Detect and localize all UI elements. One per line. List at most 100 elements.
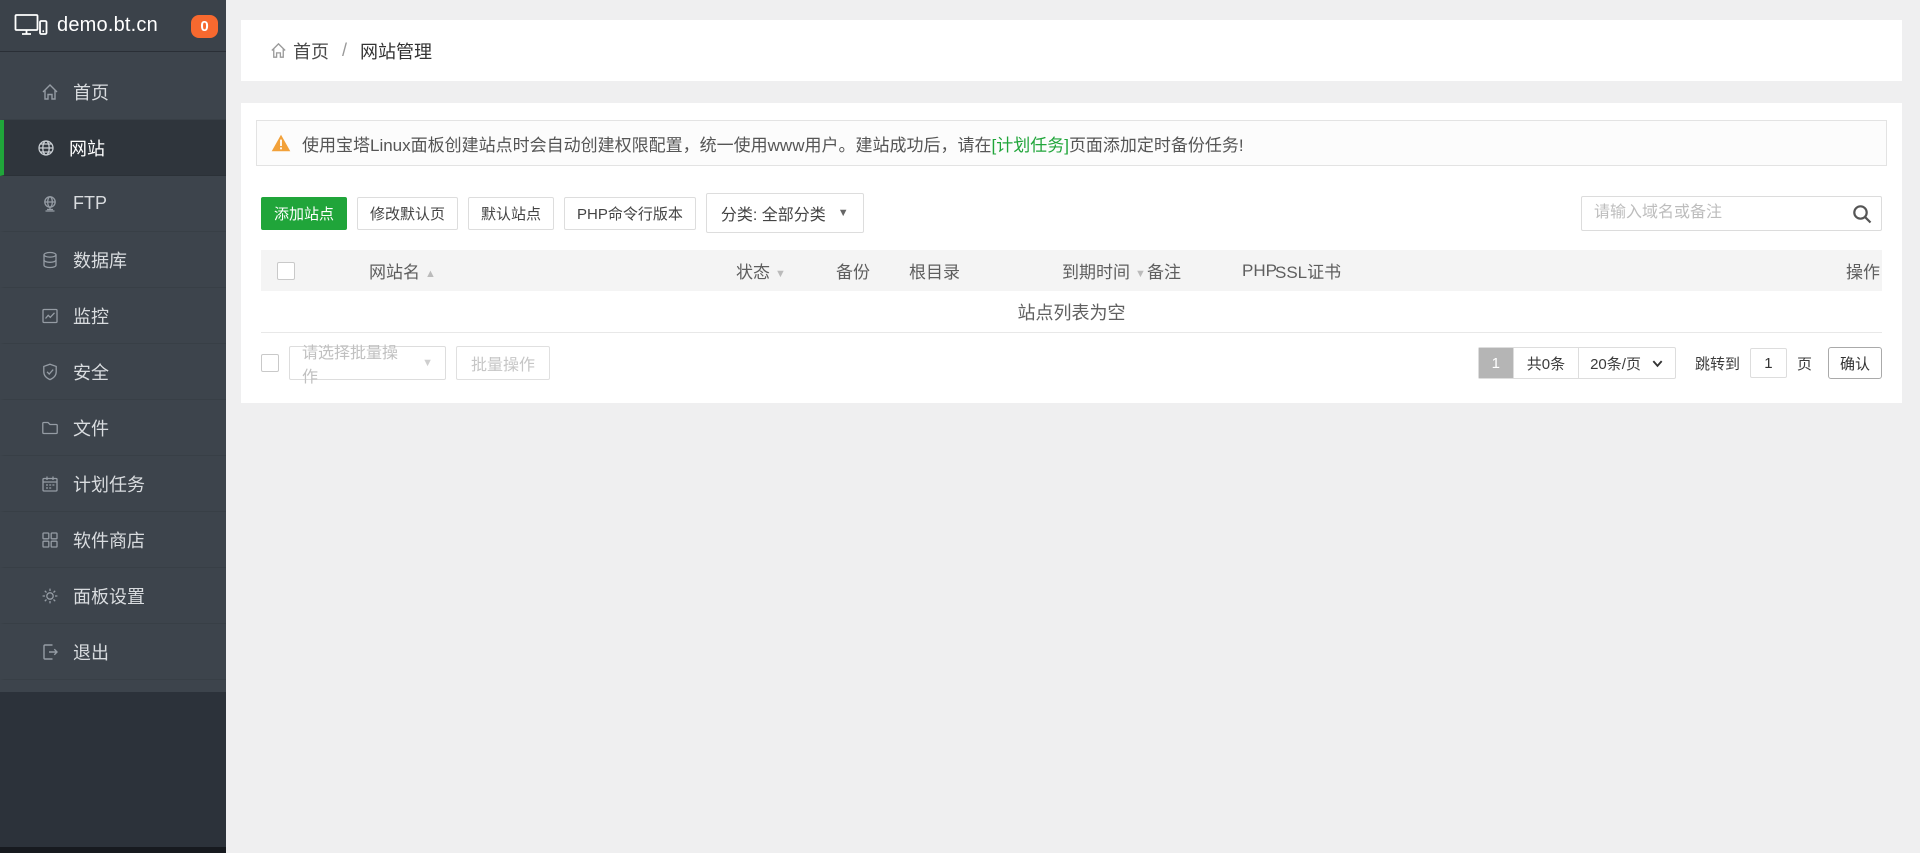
alert-text-after: 页面添加定时备份任务! (1068, 135, 1244, 155)
column-label: 根目录 (909, 263, 960, 282)
sidebar-item-label: FTP (73, 193, 107, 213)
logo-bar[interactable]: demo.bt.cn 0 (0, 0, 226, 52)
caret-down-icon: ▼ (422, 357, 433, 369)
sidebar-item-ftp[interactable]: FTP (0, 176, 226, 232)
page-number-button[interactable]: 1 (1478, 348, 1513, 378)
sort-desc-icon: ▼ (1135, 268, 1146, 280)
sidebar-item-label: 计划任务 (73, 474, 145, 495)
caret-down-icon: ▼ (837, 207, 849, 219)
sidebar-item-security[interactable]: 安全 (0, 344, 226, 400)
sidebar: demo.bt.cn 0 首页网站 FTP 数据库监控安全文件计划任务软件商店面板设… (0, 0, 226, 853)
header-checkbox-cell (261, 261, 369, 280)
column-header-note: 备注 (1147, 258, 1242, 283)
sidebar-item-cron[interactable]: 计划任务 (0, 456, 226, 512)
sidebar-item-label: 首页 (73, 82, 109, 103)
site-manage-card: 使用宝塔Linux面板创建站点时会自动创建权限配置，统一使用www用户。建站成功… (241, 103, 1902, 403)
column-header-backup: 备份 (836, 258, 909, 283)
column-label: 状态 (736, 263, 770, 282)
column-label: SSL证书 (1275, 263, 1342, 282)
shield-icon (40, 362, 60, 382)
confirm-button[interactable]: 确认 (1827, 347, 1882, 379)
batch-action-dropdown[interactable]: 请选择批量操作 ▼ (289, 345, 446, 386)
jump-to-label: 跳转到 (1694, 355, 1740, 373)
column-label: PHP (1242, 260, 1277, 280)
home-icon (269, 41, 288, 60)
jump-page-input[interactable] (1749, 348, 1787, 378)
sidebar-item-database[interactable]: 数据库 (0, 232, 226, 288)
sidebar-bottom-strip (0, 847, 226, 853)
column-header-root-dir: 根目录 (909, 258, 1062, 283)
empty-table-row: 站点列表为空 (261, 291, 1882, 333)
sidebar-item-soft[interactable]: 软件商店 (0, 512, 226, 568)
chevron-down-icon (1651, 357, 1664, 370)
column-header-php: PHP (1242, 260, 1277, 281)
column-header-site-name[interactable]: 网站名 ▲ (369, 258, 736, 283)
column-label: 操作 (1846, 263, 1880, 282)
gear-icon (40, 586, 60, 606)
sidebar-menu: 首页网站 FTP 数据库监控安全文件计划任务软件商店面板设置退出 (0, 52, 226, 692)
breadcrumb-home-link[interactable]: 首页 (269, 38, 329, 64)
select-all-checkbox[interactable] (277, 261, 295, 280)
header-columns: 网站名 ▲ 状态 ▼ 备份 根目录 到期时间 ▼ 备注 PHP SSL证书 操作 (369, 258, 1882, 283)
sidebar-item-label: 面板设置 (73, 586, 145, 607)
breadcrumb-separator: / (342, 40, 348, 60)
column-header-ssl: SSL证书 (1275, 258, 1802, 283)
home-icon (40, 82, 60, 102)
warning-icon (271, 134, 291, 152)
sidebar-item-label: 网站 (69, 138, 105, 159)
folder-icon (40, 418, 60, 438)
sidebar-item-config[interactable]: 面板设置 (0, 568, 226, 624)
total-count: 共0条 (1512, 348, 1578, 378)
breadcrumb: 首页 / 网站管理 (241, 20, 1902, 81)
search-input[interactable] (1582, 196, 1881, 230)
grid-icon (40, 530, 60, 550)
breadcrumb-current: 网站管理 (360, 41, 433, 62)
category-dropdown-label: 分类: 全部分类 (720, 207, 826, 224)
column-label: 备注 (1147, 263, 1181, 282)
sidebar-item-monitor[interactable]: 监控 (0, 288, 226, 344)
info-alert: 使用宝塔Linux面板创建站点时会自动创建权限配置，统一使用www用户。建站成功… (256, 120, 1887, 166)
ftp-icon (40, 194, 60, 214)
globe-icon (36, 138, 56, 158)
search-icon[interactable] (1851, 203, 1873, 225)
sidebar-item-site[interactable]: 网站 (0, 120, 226, 176)
bottom-bar: 请选择批量操作 ▼ 批量操作 1 共0条 20条/页 跳转到 1 页 确认 (261, 345, 1882, 386)
cron-task-link[interactable]: [计划任务] (991, 131, 1068, 156)
database-icon (40, 250, 60, 270)
sidebar-item-files[interactable]: 文件 (0, 400, 226, 456)
sidebar-item-label: 安全 (73, 362, 109, 383)
pager-group: 1 共0条 20条/页 (1477, 347, 1676, 379)
column-label: 网站名 (369, 263, 420, 282)
column-header-expire-time[interactable]: 到期时间 ▼ (1062, 258, 1147, 283)
main-area: 首页 / 网站管理 使用宝塔Linux面板创建站点时会自动创建权限配置，统一使用… (226, 0, 1920, 853)
sidebar-item-label: 监控 (73, 306, 109, 327)
modify-default-page-button[interactable]: 修改默认页 (357, 196, 459, 230)
toolbar: 添加站点 修改默认页 默认站点 PHP命令行版本 分类: 全部分类 ▼ (261, 193, 1882, 233)
batch-action-button[interactable]: 批量操作 (456, 346, 551, 380)
sidebar-item-home[interactable]: 首页 (0, 64, 226, 120)
sidebar-item-label: 软件商店 (73, 530, 145, 551)
page-size-value: 20条/页 (1590, 355, 1641, 373)
breadcrumb-home-label: 首页 (293, 41, 329, 62)
batch-select-all-checkbox[interactable] (261, 354, 279, 372)
page-unit-label: 页 (1796, 355, 1812, 373)
logout-icon (40, 642, 60, 662)
category-dropdown[interactable]: 分类: 全部分类 ▼ (705, 193, 864, 233)
column-label: 到期时间 (1062, 263, 1130, 282)
calendar-icon (40, 474, 60, 494)
sidebar-item-logout[interactable]: 退出 (0, 624, 226, 680)
pagination: 1 共0条 20条/页 跳转到 页 确认 (1477, 347, 1882, 379)
add-site-button[interactable]: 添加站点 (261, 196, 348, 230)
message-count-badge[interactable]: 0 (191, 15, 218, 38)
php-cli-version-button[interactable]: PHP命令行版本 (564, 196, 696, 230)
sidebar-item-label: 退出 (73, 642, 109, 663)
sort-desc-icon: ▼ (775, 268, 786, 280)
toolbar-buttons: 添加站点 修改默认页 默认站点 PHP命令行版本 (261, 196, 706, 230)
page-size-select[interactable]: 20条/页 (1578, 348, 1675, 378)
table-header-row: 网站名 ▲ 状态 ▼ 备份 根目录 到期时间 ▼ 备注 PHP SSL证书 操作 (261, 250, 1882, 291)
column-header-actions: 操作 (1802, 258, 1882, 283)
sidebar-item-label: 文件 (73, 418, 109, 439)
alert-text-before: 使用宝塔Linux面板创建站点时会自动创建权限配置，统一使用www用户。建站成功… (302, 135, 992, 155)
column-header-status[interactable]: 状态 ▼ (736, 258, 836, 283)
default-site-button[interactable]: 默认站点 (468, 196, 555, 230)
